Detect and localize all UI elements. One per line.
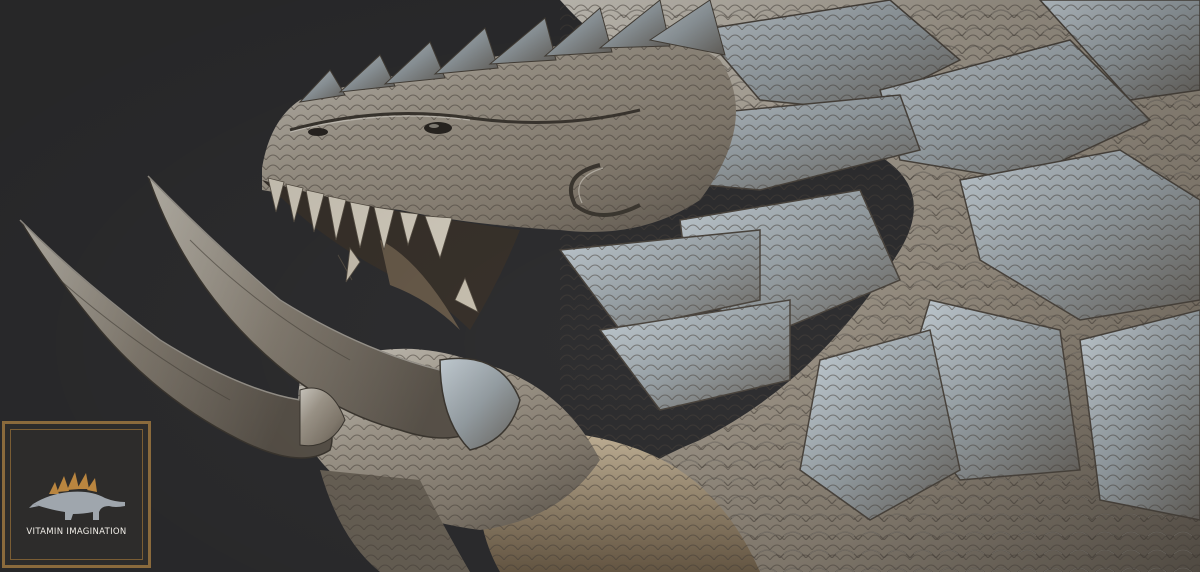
- dragon-sculpture: [0, 0, 1200, 572]
- watermark-logo: VITAMIN IMAGINATION: [2, 421, 151, 568]
- logo-wordmark: VITAMIN IMAGINATION: [26, 527, 127, 537]
- stegosaurus-icon: [29, 472, 125, 520]
- image-canvas: VITAMIN IMAGINATION: [0, 0, 1200, 572]
